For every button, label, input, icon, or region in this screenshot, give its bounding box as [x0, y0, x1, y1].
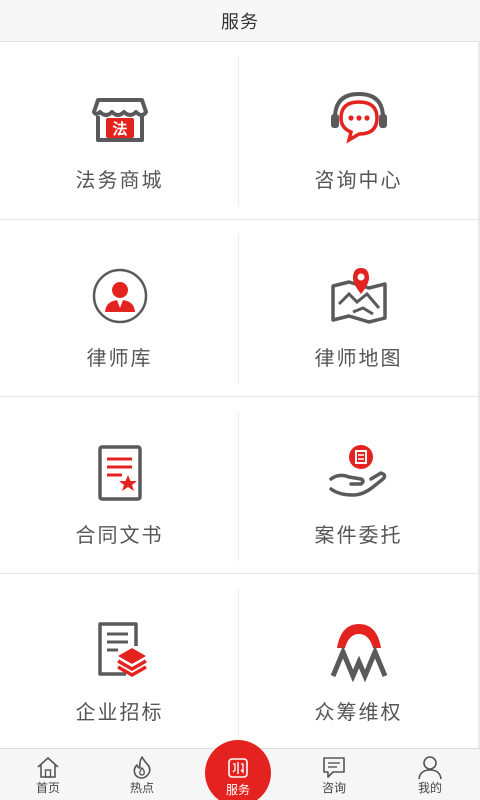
consult-headset-icon [330, 91, 387, 144]
service-case-entrust[interactable]: 案件委托 [239, 397, 478, 574]
contract-document-icon [97, 445, 142, 501]
service-grid: 法 法务商城 咨询中心 律师库 律师地图 合同文书 案件委托 企业招标 众筹维权 [0, 42, 478, 748]
map-pin-icon [330, 268, 387, 324]
service-contract-docs[interactable]: 合同文书 [0, 397, 239, 574]
service-label: 合同文书 [75, 523, 164, 547]
service-label: 律师库 [86, 346, 153, 370]
home-icon [37, 757, 59, 778]
service-lawyer-library[interactable]: 律师库 [0, 220, 239, 397]
tab-label: 咨询 [321, 781, 346, 795]
page-title: 服务 [221, 11, 259, 33]
service-label: 众筹维权 [314, 700, 403, 724]
service-legal-store[interactable]: 法 法务商城 [0, 42, 239, 219]
tab-label: 首页 [35, 781, 60, 795]
chat-icon [323, 757, 345, 778]
divider [238, 56, 239, 206]
tab-label: 我的 [417, 781, 442, 795]
legal-store-icon: 法 [91, 98, 148, 142]
service-label: 企业招标 [75, 700, 164, 724]
tab-consult[interactable]: 咨询 [286, 749, 382, 800]
service-enterprise-bidding[interactable]: 企业招标 [0, 574, 239, 751]
service-label: 律师地图 [314, 346, 403, 370]
tab-service[interactable]: 服务 [205, 740, 271, 800]
tab-mine[interactable]: 我的 [382, 749, 478, 800]
service-label: 咨询中心 [314, 168, 403, 192]
tab-label: 服务 [225, 783, 250, 797]
flame-icon [133, 756, 151, 779]
svg-text:法: 法 [112, 120, 127, 138]
service-label: 法务商城 [75, 168, 164, 192]
service-book-icon [228, 758, 248, 778]
service-lawyer-map[interactable]: 律师地图 [239, 220, 478, 397]
divider [238, 234, 239, 384]
case-entrust-icon [328, 445, 386, 497]
lawyer-avatar-icon [92, 268, 147, 324]
app-header: 服务 [0, 0, 480, 42]
tab-home[interactable]: 首页 [0, 749, 96, 800]
tab-label: 热点 [129, 781, 154, 795]
user-icon [418, 756, 442, 780]
tab-hot[interactable]: 热点 [94, 749, 190, 800]
crowdfunding-icon [330, 624, 387, 682]
service-consult-center[interactable]: 咨询中心 [239, 42, 478, 219]
bidding-document-icon [97, 622, 147, 678]
service-label: 案件委托 [314, 523, 403, 547]
divider [238, 588, 239, 738]
divider [238, 411, 239, 561]
service-crowdfunding[interactable]: 众筹维权 [239, 574, 478, 751]
